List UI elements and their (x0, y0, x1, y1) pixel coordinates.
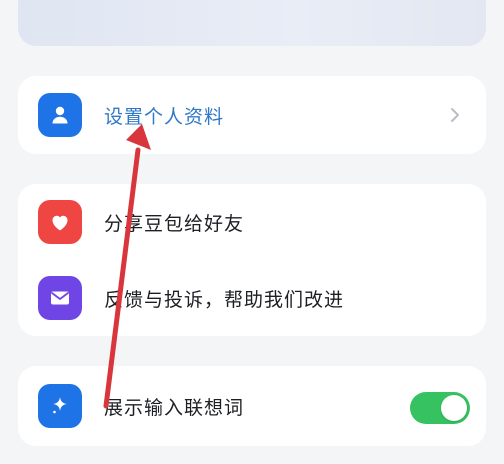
heart-icon (38, 200, 82, 244)
input-suggestions-label: 展示输入联想词 (104, 396, 245, 419)
set-profile-item[interactable]: 设置个人资料 (18, 77, 486, 153)
input-suggestions-toggle[interactable] (410, 392, 470, 424)
toggle-knob (441, 395, 467, 421)
top-banner-card (18, 0, 486, 46)
profile-card: 设置个人资料 (18, 76, 486, 154)
mail-icon (38, 276, 82, 320)
sparkle-icon (38, 384, 82, 428)
actions-card: 分享豆包给好友 反馈与投诉，帮助我们改进 (18, 184, 486, 336)
feedback-label: 反馈与投诉，帮助我们改进 (104, 288, 345, 311)
input-suggestions-item: 展示输入联想词 (18, 368, 486, 444)
share-doubao-item[interactable]: 分享豆包给好友 (18, 184, 486, 260)
settings-card: 展示输入联想词 (18, 366, 486, 446)
share-doubao-label: 分享豆包给好友 (104, 212, 245, 235)
person-icon (38, 93, 82, 137)
chevron-right-icon (451, 108, 459, 122)
set-profile-label: 设置个人资料 (104, 105, 225, 128)
feedback-item[interactable]: 反馈与投诉，帮助我们改进 (18, 260, 486, 336)
